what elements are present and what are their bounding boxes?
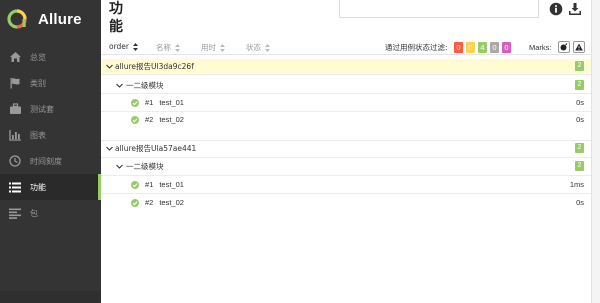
search-input[interactable] bbox=[339, 0, 539, 18]
test-duration: 0s bbox=[576, 198, 584, 207]
test-row[interactable]: #1 test_01 1ms bbox=[101, 176, 591, 193]
nav-item-suites[interactable]: 测试套 bbox=[0, 96, 101, 122]
test-name: test_01 bbox=[159, 180, 184, 189]
nav-item-behaviors[interactable]: 功能 bbox=[0, 174, 101, 200]
sort-icon bbox=[175, 43, 180, 52]
nav-label: 总览 bbox=[30, 52, 46, 62]
nav-label: 类别 bbox=[30, 78, 46, 88]
allure-logo-icon bbox=[7, 9, 27, 29]
tree-group[interactable]: allure报告Ula57ae441 2 bbox=[101, 141, 591, 155]
home-icon bbox=[8, 50, 22, 64]
sort-icon bbox=[133, 42, 138, 51]
sort-label: 用时 bbox=[201, 43, 216, 52]
info-icon[interactable] bbox=[549, 2, 563, 16]
nav-item-timeline[interactable]: 时间刻度 bbox=[0, 148, 101, 174]
passed-status-icon bbox=[131, 115, 139, 124]
test-row[interactable]: #2 test_02 0s bbox=[101, 111, 591, 128]
sort-icon bbox=[220, 43, 225, 52]
nav-item-packages[interactable]: 包 bbox=[0, 200, 101, 226]
align-left-icon bbox=[8, 206, 22, 220]
sidebar-collapse-bar[interactable] bbox=[0, 291, 101, 303]
list-icon bbox=[8, 180, 22, 194]
sort-label: order bbox=[109, 42, 129, 51]
group-name: allure报告Ula57ae441 bbox=[115, 143, 197, 153]
main-pane: 功能 order 名称 用时 状态 通过用例状态过滤: 0 0 4 0 0 Ma… bbox=[101, 0, 600, 303]
bar-chart-icon bbox=[8, 128, 22, 142]
sort-label: 状态 bbox=[246, 43, 261, 52]
marks-label: Marks: bbox=[529, 43, 552, 52]
subgroup-name: 一二级模块 bbox=[126, 80, 164, 90]
nav-label: 图表 bbox=[30, 130, 46, 140]
nav-label: 包 bbox=[30, 208, 38, 218]
passed-status-icon bbox=[131, 198, 139, 207]
passed-status-icon bbox=[131, 180, 139, 189]
test-order: #1 bbox=[145, 180, 154, 189]
nav-label: 功能 bbox=[30, 182, 46, 192]
subgroup-passed-badge: 2 bbox=[575, 80, 584, 90]
brand-name: Allure bbox=[38, 10, 82, 28]
group-passed-badge: 2 bbox=[575, 61, 584, 71]
flag-icon bbox=[8, 76, 22, 90]
nav-item-categories[interactable]: 类别 bbox=[0, 70, 101, 96]
filter-failed-count[interactable]: 0 bbox=[454, 42, 463, 53]
test-order: #2 bbox=[145, 198, 154, 207]
chevron-down-icon bbox=[116, 83, 123, 88]
pane-splitter[interactable] bbox=[591, 0, 600, 303]
test-row[interactable]: #2 test_02 0s bbox=[101, 194, 591, 211]
chevron-down-icon bbox=[106, 146, 113, 151]
test-name: test_02 bbox=[159, 115, 184, 124]
test-order: #1 bbox=[145, 98, 154, 107]
mark-flaky-button[interactable] bbox=[558, 41, 570, 53]
test-order: #2 bbox=[145, 115, 154, 124]
group-name: allure报告Ul3da9c26f bbox=[115, 61, 194, 71]
passed-status-icon bbox=[131, 98, 139, 107]
tree-toolbar: order 名称 用时 状态 通过用例状态过滤: 0 0 4 0 0 Marks… bbox=[101, 40, 600, 55]
test-duration: 0s bbox=[576, 98, 584, 107]
test-name: test_01 bbox=[159, 98, 184, 107]
sort-by-name[interactable]: 名称 bbox=[156, 42, 180, 53]
sort-by-status[interactable]: 状态 bbox=[246, 42, 270, 53]
test-duration: 0s bbox=[576, 115, 584, 124]
nav-label: 测试套 bbox=[30, 104, 54, 114]
sort-label: 名称 bbox=[156, 43, 171, 52]
test-duration: 1ms bbox=[569, 180, 584, 189]
status-filter-label: 通过用例状态过滤: bbox=[385, 43, 448, 52]
tree-group[interactable]: allure报告Ul3da9c26f 2 bbox=[101, 59, 591, 73]
sort-by-order[interactable]: order bbox=[109, 42, 138, 51]
divider bbox=[101, 157, 591, 158]
mark-new-failed-button[interactable] bbox=[573, 41, 585, 53]
chevron-down-icon bbox=[116, 164, 123, 169]
nav-item-overview[interactable]: 总览 bbox=[0, 44, 101, 70]
tree-subgroup[interactable]: 一二级模块 2 bbox=[101, 78, 591, 92]
filter-passed-count[interactable]: 4 bbox=[478, 42, 487, 53]
nav-item-graphs[interactable]: 图表 bbox=[0, 122, 101, 148]
warning-icon bbox=[575, 43, 583, 51]
page-title: 功能 bbox=[109, 1, 123, 35]
subgroup-passed-badge: 2 bbox=[575, 161, 584, 171]
filter-skipped-count[interactable]: 0 bbox=[490, 42, 499, 53]
sort-by-duration[interactable]: 用时 bbox=[201, 42, 225, 53]
subgroup-name: 一二级模块 bbox=[126, 161, 164, 171]
briefcase-icon bbox=[8, 102, 22, 116]
tree-subgroup[interactable]: 一二级模块 2 bbox=[101, 159, 591, 173]
clock-icon bbox=[8, 154, 22, 168]
sidebar: Allure 总览 类别 测试套 图表 时间刻度 功能 包 bbox=[0, 0, 101, 303]
sort-icon bbox=[265, 43, 270, 52]
divider bbox=[101, 74, 591, 75]
filter-unknown-count[interactable]: 0 bbox=[502, 42, 511, 53]
filter-broken-count[interactable]: 0 bbox=[466, 42, 475, 53]
group-passed-badge: 2 bbox=[575, 143, 584, 153]
test-row[interactable]: #1 test_01 0s bbox=[101, 94, 591, 111]
download-icon[interactable] bbox=[568, 2, 582, 16]
bomb-icon bbox=[560, 43, 568, 51]
test-name: test_02 bbox=[159, 198, 184, 207]
brand[interactable]: Allure bbox=[0, 0, 101, 38]
chevron-down-icon bbox=[106, 64, 113, 69]
nav-label: 时间刻度 bbox=[30, 156, 62, 166]
